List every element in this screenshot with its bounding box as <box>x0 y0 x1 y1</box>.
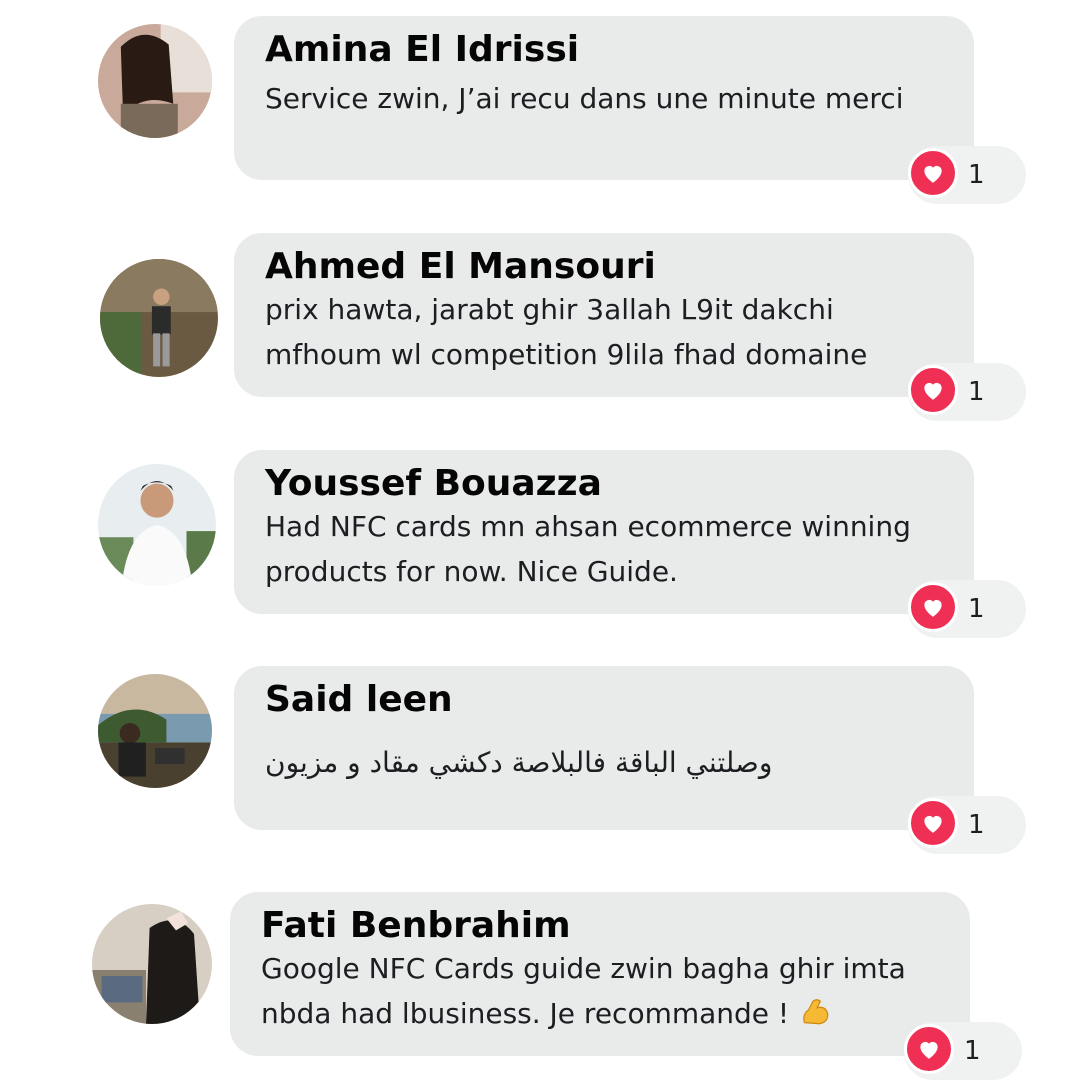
comment-bubble: Amina El Idrissi Service zwin, J’ai recu… <box>234 16 974 180</box>
reaction-count: 1 <box>968 594 985 624</box>
heart-icon <box>908 365 958 415</box>
comment-text: Google NFC Cards guide zwin bagha ghir i… <box>261 947 940 1037</box>
avatar[interactable] <box>100 259 218 377</box>
comment-author[interactable]: Ahmed El Mansouri <box>265 245 944 288</box>
reaction-count: 1 <box>968 810 985 840</box>
reaction-count: 1 <box>968 377 985 407</box>
avatar[interactable] <box>92 904 212 1024</box>
reaction-badge[interactable]: 1 <box>908 363 1026 421</box>
reaction-count: 1 <box>968 160 985 190</box>
reaction-badge[interactable]: 1 <box>908 146 1026 204</box>
comment-text: وصلتني الباقة فالبلاصة دكشي مقاد و مزيون <box>265 746 773 780</box>
reaction-badge[interactable]: 1 <box>908 580 1026 638</box>
comment-bubble: Said leen وصلتني الباقة فالبلاصة دكشي مق… <box>234 666 974 830</box>
comment-author[interactable]: Fati Benbrahim <box>261 904 940 947</box>
heart-icon <box>908 798 958 848</box>
reaction-badge[interactable]: 1 <box>904 1022 1022 1080</box>
comment-bubble: Youssef Bouazza Had NFC cards mn ahsan e… <box>234 450 974 614</box>
comment-text: Service zwin, J’ai recu dans une minute … <box>265 82 904 116</box>
reaction-count: 1 <box>964 1036 981 1066</box>
comment-bubble: Fati Benbrahim Google NFC Cards guide zw… <box>230 892 970 1056</box>
comment-text: Had NFC cards mn ahsan ecommerce winning… <box>265 510 911 588</box>
flexed-biceps-icon <box>798 995 832 1029</box>
heart-icon <box>904 1024 954 1074</box>
heart-icon <box>908 582 958 632</box>
avatar[interactable] <box>98 464 216 586</box>
comment-text: prix hawta, jarabt ghir 3allah L9it dakc… <box>265 293 868 371</box>
avatar[interactable] <box>98 674 212 788</box>
avatar[interactable] <box>98 24 212 138</box>
heart-icon <box>908 148 958 198</box>
comment-bubble: Ahmed El Mansouri prix hawta, jarabt ghi… <box>234 233 974 397</box>
comment-author[interactable]: Said leen <box>265 678 944 721</box>
reaction-badge[interactable]: 1 <box>908 796 1026 854</box>
comment-author[interactable]: Amina El Idrissi <box>265 28 944 71</box>
comment-author[interactable]: Youssef Bouazza <box>265 462 944 505</box>
